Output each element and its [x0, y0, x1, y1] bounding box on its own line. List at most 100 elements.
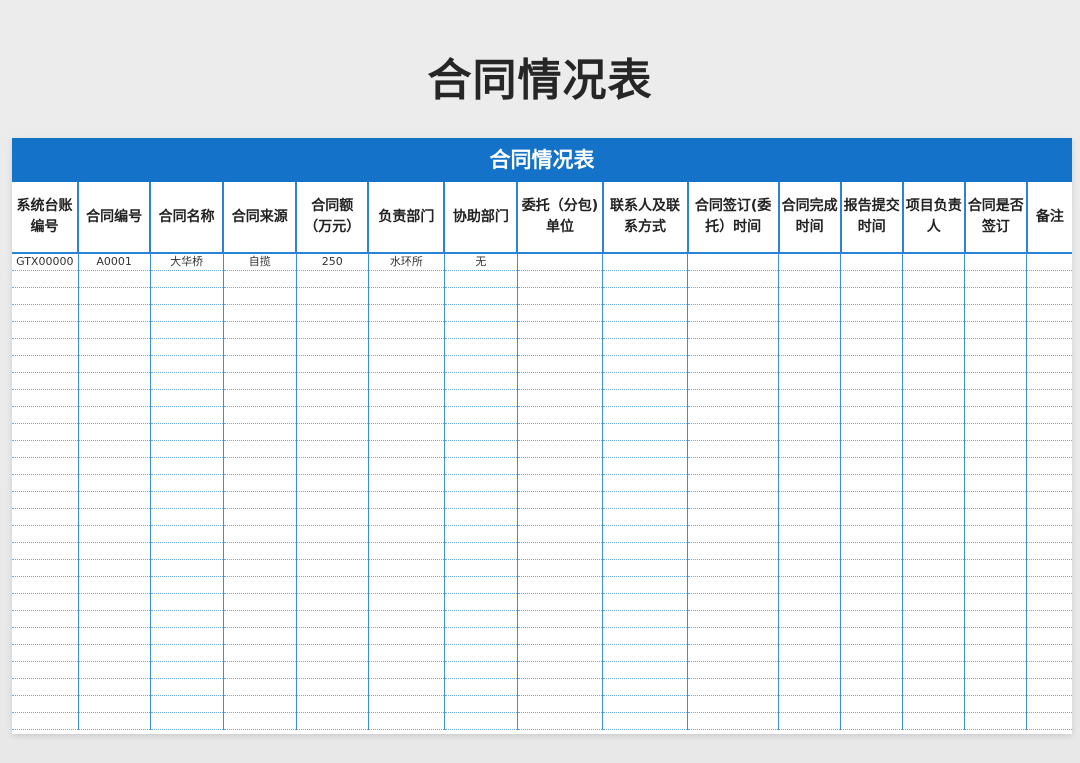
table-cell[interactable]: [368, 712, 445, 730]
table-cell[interactable]: [964, 321, 1028, 339]
table-cell[interactable]: [368, 644, 445, 662]
table-cell[interactable]: [778, 576, 842, 594]
table-cell[interactable]: [368, 661, 445, 679]
table-cell[interactable]: [444, 304, 518, 322]
table-cell[interactable]: [517, 576, 604, 594]
table-cell[interactable]: [12, 338, 79, 356]
column-header-assisting-dept[interactable]: 协助部门: [444, 182, 519, 254]
table-cell[interactable]: [223, 644, 297, 662]
table-cell[interactable]: [517, 627, 604, 645]
column-header-subcontractor[interactable]: 委托（分包)单位: [517, 182, 604, 254]
table-cell[interactable]: [444, 423, 518, 441]
table-cell[interactable]: [517, 321, 604, 339]
table-cell[interactable]: [223, 270, 297, 288]
table-cell[interactable]: [78, 576, 151, 594]
table-cell[interactable]: [602, 253, 689, 271]
table-cell[interactable]: [1026, 355, 1072, 373]
table-cell[interactable]: [223, 338, 297, 356]
table-cell[interactable]: [444, 321, 518, 339]
table-cell[interactable]: [964, 287, 1028, 305]
table-cell[interactable]: [1026, 610, 1072, 628]
table-cell[interactable]: [78, 593, 151, 611]
table-cell[interactable]: [902, 355, 966, 373]
table-cell[interactable]: [687, 372, 780, 390]
table-cell[interactable]: [902, 406, 966, 424]
column-header-responsible-dept[interactable]: 负责部门: [368, 182, 446, 254]
table-cell[interactable]: [517, 338, 604, 356]
table-cell[interactable]: [840, 474, 904, 492]
table-cell[interactable]: [150, 389, 224, 407]
table-cell[interactable]: [12, 474, 79, 492]
table-cell[interactable]: [150, 559, 224, 577]
table-cell[interactable]: [964, 678, 1028, 696]
table-cell[interactable]: [602, 406, 689, 424]
table-cell[interactable]: [296, 423, 369, 441]
table-cell[interactable]: [368, 389, 445, 407]
table-cell[interactable]: [444, 474, 518, 492]
table-cell[interactable]: [840, 423, 904, 441]
table-cell[interactable]: [517, 508, 604, 526]
table-cell[interactable]: [296, 610, 369, 628]
table-cell[interactable]: [778, 355, 842, 373]
table-cell[interactable]: [78, 355, 151, 373]
table-cell[interactable]: [150, 355, 224, 373]
table-cell[interactable]: [223, 321, 297, 339]
table-cell[interactable]: [150, 372, 224, 390]
table-cell[interactable]: 自揽: [223, 253, 297, 271]
table-cell[interactable]: [223, 457, 297, 475]
table-cell[interactable]: [778, 644, 842, 662]
table-cell[interactable]: [517, 253, 604, 271]
table-cell[interactable]: [368, 474, 445, 492]
table-cell[interactable]: [602, 355, 689, 373]
table-cell[interactable]: [1026, 304, 1072, 322]
table-cell[interactable]: [12, 627, 79, 645]
table-cell[interactable]: [1026, 372, 1072, 390]
table-cell[interactable]: [602, 491, 689, 509]
table-cell[interactable]: [12, 610, 79, 628]
table-cell[interactable]: [902, 610, 966, 628]
table-cell[interactable]: [223, 542, 297, 560]
table-cell[interactable]: [902, 491, 966, 509]
table-cell[interactable]: [368, 491, 445, 509]
table-cell[interactable]: [12, 525, 79, 543]
table-cell[interactable]: [964, 304, 1028, 322]
table-cell[interactable]: [964, 440, 1028, 458]
table-cell[interactable]: [778, 338, 842, 356]
column-header-project-lead[interactable]: 项目负责人: [902, 182, 966, 254]
table-cell[interactable]: [840, 253, 904, 271]
table-cell[interactable]: [78, 287, 151, 305]
table-cell[interactable]: [517, 389, 604, 407]
table-cell[interactable]: [296, 321, 369, 339]
table-cell[interactable]: [964, 695, 1028, 713]
table-cell[interactable]: [78, 525, 151, 543]
table-cell[interactable]: 大华桥: [150, 253, 224, 271]
table-cell[interactable]: [1026, 457, 1072, 475]
table-cell[interactable]: [517, 287, 604, 305]
table-cell[interactable]: [517, 406, 604, 424]
table-cell[interactable]: [517, 423, 604, 441]
table-cell[interactable]: [602, 304, 689, 322]
table-cell[interactable]: [296, 372, 369, 390]
table-cell[interactable]: [444, 593, 518, 611]
table-cell[interactable]: [78, 559, 151, 577]
table-cell[interactable]: [687, 678, 780, 696]
table-cell[interactable]: [602, 440, 689, 458]
table-cell[interactable]: [296, 508, 369, 526]
table-cell[interactable]: [840, 712, 904, 730]
table-cell[interactable]: [1026, 321, 1072, 339]
table-cell[interactable]: [444, 406, 518, 424]
table-cell[interactable]: [12, 304, 79, 322]
table-cell[interactable]: [964, 355, 1028, 373]
table-cell[interactable]: [444, 508, 518, 526]
table-cell[interactable]: [368, 508, 445, 526]
table-cell[interactable]: [12, 678, 79, 696]
table-cell[interactable]: [296, 304, 369, 322]
table-cell[interactable]: [1026, 576, 1072, 594]
table-cell[interactable]: [517, 661, 604, 679]
table-cell[interactable]: [902, 627, 966, 645]
table-cell[interactable]: [687, 559, 780, 577]
table-cell[interactable]: [78, 304, 151, 322]
table-cell[interactable]: [368, 321, 445, 339]
table-cell[interactable]: [778, 695, 842, 713]
table-cell[interactable]: [12, 542, 79, 560]
